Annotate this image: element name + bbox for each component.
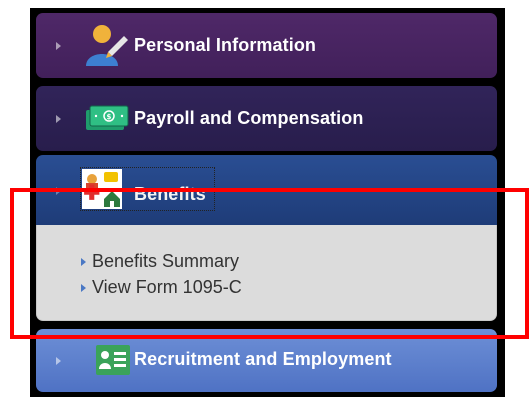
submenu-item-label: View Form 1095-C xyxy=(92,277,242,297)
svg-text:$: $ xyxy=(107,113,112,121)
bullet-arrow-icon xyxy=(81,257,86,266)
expand-arrow-icon xyxy=(56,42,61,50)
panel-label: Recruitment and Employment xyxy=(134,349,392,369)
benefits-submenu: Benefits Summary View Form 1095-C xyxy=(36,225,497,321)
expand-arrow-icon xyxy=(56,357,61,365)
panel-personal-information[interactable]: Personal Information xyxy=(36,13,497,78)
collapse-arrow-icon xyxy=(56,187,61,195)
panel-label: Personal Information xyxy=(134,35,317,55)
panel-payroll-and-compensation[interactable]: $ Payroll and Compensation xyxy=(36,86,497,151)
panel-recruitment-and-employment[interactable]: Recruitment and Employment xyxy=(36,329,497,392)
panel-benefits[interactable]: Benefits xyxy=(36,155,497,225)
panel-label: Payroll and Compensation xyxy=(134,108,364,128)
submenu-item-benefits-summary[interactable]: Benefits Summary xyxy=(81,251,239,272)
bullet-arrow-icon xyxy=(81,283,86,292)
person-icon xyxy=(86,25,128,66)
id-card-icon xyxy=(96,345,130,375)
benefits-icon xyxy=(82,169,122,209)
submenu-item-view-form-1095c[interactable]: View Form 1095-C xyxy=(81,277,242,298)
cut-off-top-text xyxy=(0,0,532,8)
panel-label: Benefits xyxy=(134,184,206,204)
submenu-item-label: Benefits Summary xyxy=(92,251,240,271)
money-icon: $ xyxy=(86,105,129,130)
expand-arrow-icon xyxy=(56,115,61,123)
